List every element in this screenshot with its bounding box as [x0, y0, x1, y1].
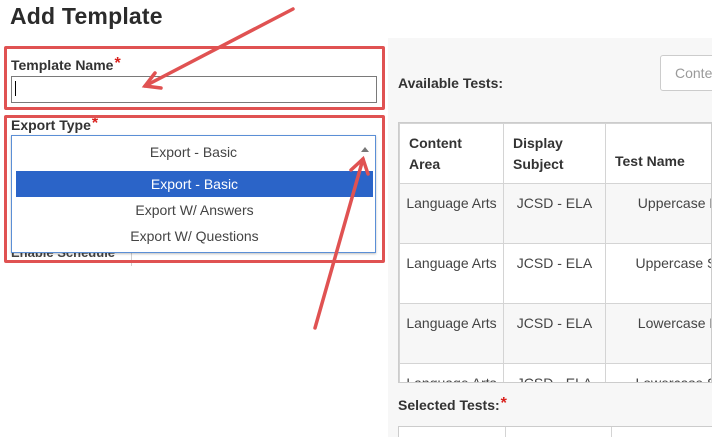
- selected-tests-label: Selected Tests:*: [398, 395, 507, 414]
- export-type-highlight: [4, 115, 385, 263]
- table-cell: Language Arts: [399, 363, 504, 382]
- table-cell: Lowercase Letters: [605, 303, 711, 364]
- table-cell: JCSD - ELA: [503, 183, 606, 244]
- template-name-highlight: [4, 46, 385, 110]
- selected-tests-table[interactable]: [398, 426, 712, 437]
- table-cell: Language Arts: [399, 183, 504, 244]
- table-row[interactable]: Language Arts JCSD - ELA Uppercase Lette…: [399, 183, 711, 244]
- available-tests-label: Available Tests:: [398, 75, 504, 91]
- column-header[interactable]: Test Name: [605, 123, 711, 184]
- table-row[interactable]: Language Arts JCSD - ELA Uppercase Sound…: [399, 243, 711, 304]
- column-divider: [611, 427, 612, 437]
- page-title: Add Template: [10, 3, 163, 29]
- table-cell: JCSD - ELA: [503, 243, 606, 304]
- table-cell: Language Arts: [399, 243, 504, 304]
- required-star: *: [500, 395, 507, 412]
- column-header[interactable]: Display Subject: [503, 123, 606, 184]
- column-header[interactable]: Content Area: [399, 123, 504, 184]
- available-tests-table[interactable]: Content Area Display Subject Test Name L…: [398, 122, 712, 383]
- table-cell: Lowercase Sounds: [605, 363, 711, 382]
- content-search-placeholder: Content: [675, 65, 712, 81]
- content-search-input[interactable]: Content: [660, 55, 712, 91]
- selected-tests-label-text: Selected Tests:: [398, 397, 500, 413]
- table-cell: Uppercase Sounds: [605, 243, 711, 304]
- table-row[interactable]: Language Arts JCSD - ELA Lowercase Lette…: [399, 303, 711, 364]
- table-cell: JCSD - ELA: [503, 303, 606, 364]
- table-cell: JCSD - ELA: [503, 363, 606, 382]
- table-cell: Language Arts: [399, 303, 504, 364]
- table-row[interactable]: Language Arts JCSD - ELA Lowercase Sound…: [399, 363, 711, 382]
- table-cell: Uppercase Letters: [605, 183, 711, 244]
- column-divider: [505, 427, 506, 437]
- table-header-row: Content Area Display Subject Test Name: [399, 123, 711, 184]
